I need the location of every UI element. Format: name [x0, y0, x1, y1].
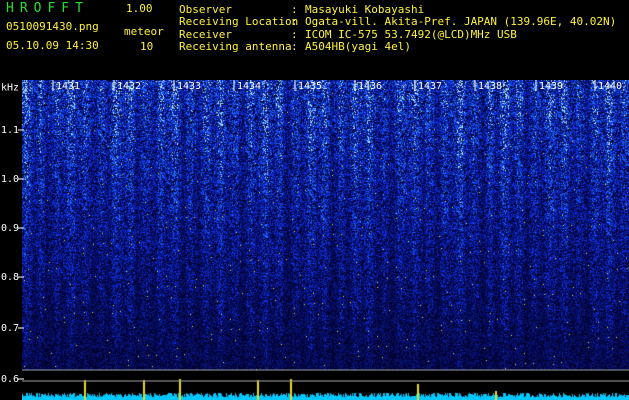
frequency-tick-label: 1.1 — [1, 125, 19, 136]
time-tick-label: 1432 — [117, 81, 141, 92]
frequency-tick-label: 0.7 — [1, 323, 19, 334]
time-tick-label: 1439 — [539, 81, 563, 92]
receiver-label: Receiver — [179, 28, 232, 41]
app-title: HROFFT — [6, 1, 89, 16]
frequency-ticks: 1.1 1.0 0.9 0.8 0.7 0.6 — [1, 125, 24, 385]
observer-label: Observer — [179, 3, 232, 16]
observer-colon: : — [291, 3, 298, 16]
location-value: Ogata-vill. Akita-Pref. JAPAN (139.96E, … — [305, 15, 617, 28]
meteor-count: 10 — [140, 40, 154, 53]
header-panel: HROFFT 1.00 0510091430.png meteor 05.10.… — [0, 0, 629, 80]
receiver-value: ICOM IC-575 53.7492(@LCD)MHz USB — [305, 28, 517, 41]
file-name: 0510091430.png — [6, 20, 99, 33]
app-version: 1.00 — [126, 2, 153, 15]
observer-value: Masayuki Kobayashi — [305, 3, 425, 16]
frequency-tick-label: 0.9 — [1, 223, 19, 234]
antenna-label: Receiving antenna — [179, 40, 292, 53]
frequency-tick-label: 1.0 — [1, 174, 19, 185]
frequency-tick-label: 0.6 — [1, 374, 19, 385]
time-tick-label: 1433 — [177, 81, 201, 92]
time-tick-label: 1438 — [478, 81, 502, 92]
time-tick-label: 1431 — [56, 81, 80, 92]
location-label: Receiving Location — [179, 15, 299, 28]
time-ticks: 1431 1432 1433 1434 1435 1436 1437 1438 1439 1440 — [52, 80, 622, 92]
receiver-colon: : — [291, 28, 298, 41]
meteor-label: meteor — [124, 25, 164, 38]
time-tick-label: 1440 — [598, 81, 622, 92]
time-tick-label: 1437 — [418, 81, 442, 92]
time-tick-label: 1435 — [298, 81, 322, 92]
frequency-tick-label: 0.8 — [1, 272, 19, 283]
antenna-colon: : — [291, 40, 298, 53]
frequency-unit-label: kHz — [1, 82, 19, 93]
location-colon: : — [291, 15, 298, 28]
time-tick-label: 1436 — [358, 81, 382, 92]
antenna-value: A504HB(yagi 4el) — [305, 40, 411, 53]
spectrogram-overlay: kHz 1.11.00.90.80.70.6 1431 1432 1433 1434 1… — [1, 80, 629, 385]
date-time: 05.10.09 14:30 — [6, 39, 99, 52]
time-tick-label: 1434 — [237, 81, 261, 92]
